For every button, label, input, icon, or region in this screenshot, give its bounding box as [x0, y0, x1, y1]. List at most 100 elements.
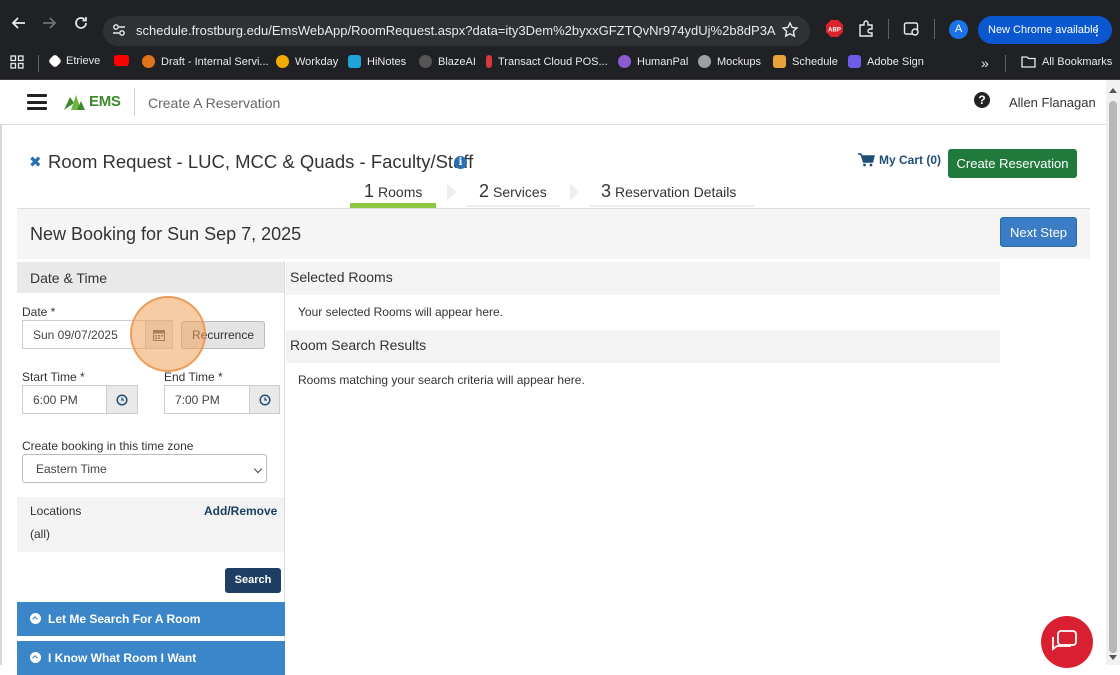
workday-icon [276, 55, 289, 68]
adobe-sign-icon [848, 55, 861, 68]
date-label: Date * [22, 305, 56, 319]
scroll-down-icon[interactable] [1109, 655, 1117, 660]
bookmark-draft-internal[interactable]: Draft - Internal Servi... [142, 55, 269, 68]
bookmark-blazeai[interactable]: BlazeAI [419, 55, 476, 68]
bookmark-workday[interactable]: Workday [276, 55, 338, 68]
toolbar-divider [934, 19, 935, 39]
locations-label: Locations [30, 504, 82, 518]
kebab-menu-icon[interactable]: ⋮ [1090, 16, 1104, 44]
site-info-icon[interactable] [111, 22, 127, 43]
globe-icon [698, 55, 711, 68]
chat-button[interactable] [1041, 616, 1093, 668]
info-icon[interactable]: i [454, 156, 467, 169]
bookmarks-divider [1005, 55, 1006, 72]
timezone-select[interactable]: Eastern Time [22, 454, 267, 483]
chat-icon [1052, 630, 1077, 651]
folder-icon [1021, 56, 1036, 68]
apps-grid-icon[interactable] [10, 55, 24, 69]
bookmark-star-icon[interactable] [781, 21, 799, 44]
chevron-down-icon [253, 464, 263, 474]
extensions-puzzle-icon[interactable] [857, 20, 875, 43]
date-time-panel: Date & Time Date * Sun 09/07/2025 Recurr… [17, 261, 285, 675]
bookmark-humanpal[interactable]: HumanPal [618, 55, 688, 68]
hinotes-check-icon [348, 55, 361, 68]
schedule-icon [773, 55, 786, 68]
bookmark-adobe-sign[interactable]: Adobe Sign [848, 55, 924, 68]
date-input[interactable]: Sun 09/07/2025 [22, 320, 146, 349]
chrome-update-button[interactable]: New Chrome available ⋮ [978, 16, 1112, 44]
step-services-bar [466, 205, 560, 207]
search-button[interactable]: Search [225, 568, 281, 593]
booking-bar: New Booking for Sun Sep 7, 2025 Next Ste… [17, 209, 1090, 259]
step-chevron [570, 183, 579, 201]
search-results-placeholder: Rooms matching your search criteria will… [298, 373, 585, 387]
add-remove-locations-link[interactable]: Add/Remove [204, 504, 277, 518]
clock-icon [258, 393, 271, 406]
cart-label: My Cart (0) [879, 153, 942, 167]
close-icon[interactable]: ✖ [29, 153, 42, 171]
help-icon[interactable]: ? [974, 92, 990, 108]
tab-search-icon[interactable] [903, 20, 921, 43]
etrieve-icon [47, 53, 63, 69]
all-bookmarks-folder[interactable]: All Bookmarks [1021, 55, 1112, 68]
recurrence-button[interactable]: Recurrence [181, 321, 265, 349]
timezone-label: Create booking in this time zone [22, 439, 194, 453]
start-time-label: Start Time * [22, 370, 85, 384]
humanpal-icon [618, 55, 631, 68]
bookmark-hinotes[interactable]: HiNotes [348, 55, 406, 68]
page-context-title: Create A Reservation [148, 95, 281, 111]
create-reservation-button[interactable]: Create Reservation [948, 149, 1077, 178]
back-arrow-icon [11, 17, 25, 29]
next-step-button[interactable]: Next Step [1000, 217, 1077, 247]
adblock-extension-icon[interactable]: ABP [826, 20, 843, 42]
bookmark-etrieve[interactable]: Etrieve [47, 53, 100, 69]
chrome-update-label: New Chrome available [988, 24, 1099, 36]
calendar-icon [153, 329, 165, 341]
address-bar[interactable]: schedule.frostburg.edu/EmsWebApp/RoomReq… [103, 16, 810, 46]
end-time-picker-button[interactable] [249, 385, 280, 414]
clock-icon [116, 393, 128, 406]
page-scrollbar[interactable] [1106, 80, 1120, 665]
end-time-label: End Time * [164, 370, 223, 384]
reload-button[interactable] [70, 12, 92, 34]
toolbar-divider [888, 19, 889, 39]
bookmarks-divider [38, 55, 39, 72]
page-left-border [0, 125, 2, 665]
booking-title: New Booking for Sun Sep 7, 2025 [30, 224, 302, 244]
chevron-up-circle-icon [30, 652, 41, 663]
back-button[interactable] [8, 12, 30, 34]
hamburger-menu-icon[interactable] [27, 94, 47, 110]
header-divider [134, 88, 135, 116]
ems-logo[interactable]: EMS [62, 91, 121, 111]
chevron-up-circle-icon [30, 613, 41, 624]
bookmarks-overflow-icon[interactable]: » [981, 55, 989, 71]
accordion-search-for-room[interactable]: Let Me Search For A Room [17, 602, 285, 636]
date-time-heading: Date & Time [17, 262, 284, 293]
forward-button[interactable] [38, 12, 60, 34]
user-name[interactable]: Allen Flanagan [1009, 95, 1096, 110]
bookmark-youtube[interactable] [114, 55, 129, 66]
transact-icon [486, 55, 492, 68]
start-time-input[interactable]: 6:00 PM [22, 385, 107, 414]
accordion-know-room[interactable]: I Know What Room I Want [17, 641, 285, 675]
bookmarks-bar: Etrieve Draft - Internal Servi... Workda… [0, 47, 1120, 80]
bookmark-mockups[interactable]: Mockups [698, 55, 761, 68]
page-title: Room Request - LUC, MCC & Quads - Facult… [48, 151, 474, 172]
app-header: EMS Create A Reservation ? Allen Flanaga… [0, 80, 1106, 125]
end-time-input[interactable]: 7:00 PM [164, 385, 250, 414]
profile-avatar[interactable]: A [949, 20, 968, 39]
scroll-up-icon[interactable] [1109, 88, 1117, 93]
calendar-button[interactable] [145, 320, 173, 349]
selected-rooms-placeholder: Your selected Rooms will appear here. [298, 305, 504, 319]
youtube-icon [114, 55, 129, 66]
forward-arrow-icon [43, 17, 57, 29]
scrollbar-thumb[interactable] [1109, 101, 1117, 653]
locations-box: Locations Add/Remove (all) [17, 497, 284, 552]
bookmark-schedule[interactable]: Schedule [773, 55, 838, 68]
step-details-bar [590, 205, 754, 207]
step-chevron [447, 183, 456, 201]
bookmark-transact[interactable]: Transact Cloud POS... [486, 55, 608, 68]
my-cart-link[interactable]: My Cart (0) [858, 153, 941, 167]
start-time-picker-button[interactable] [106, 385, 138, 414]
room-search-results-heading: Room Search Results [286, 330, 1000, 363]
